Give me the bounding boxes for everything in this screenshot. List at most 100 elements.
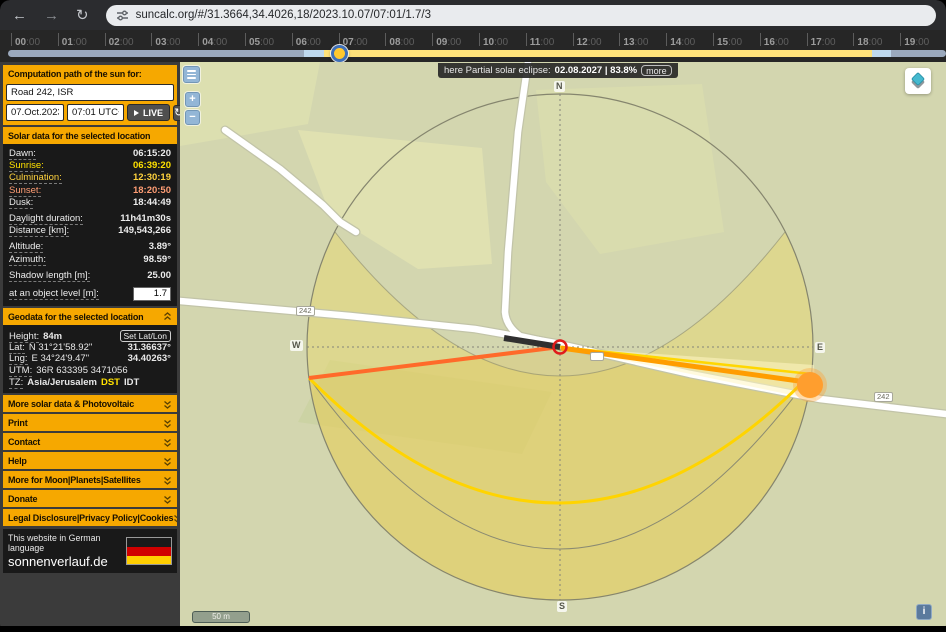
solar-data-panel: Dawn: 06:15:20 Sunrise: 06:39:20 Culmina… xyxy=(3,144,177,306)
hour-label: 03:00 xyxy=(151,32,180,48)
object-level-input[interactable] xyxy=(133,286,171,301)
address-input[interactable] xyxy=(6,84,174,101)
sidebar-menu-item[interactable]: Donate xyxy=(3,490,177,508)
solar-row-value: 06:15:20 xyxy=(132,148,171,159)
solar-rows: Dawn: 06:15:20 Sunrise: 06:39:20 Culmina… xyxy=(9,148,171,282)
sidebar-menu-item[interactable]: More solar data & Photovoltaic xyxy=(3,395,177,413)
live-button[interactable]: LIVE xyxy=(127,104,171,121)
hour-tick xyxy=(432,33,434,46)
sidebar-menu-item-label: Donate xyxy=(8,494,38,505)
hour-label: 04:00 xyxy=(198,32,227,48)
site-settings-tune-icon[interactable] xyxy=(116,9,129,22)
compass-n-label: N xyxy=(554,81,565,92)
geodata-header[interactable]: Geodata for the selected location xyxy=(3,307,177,325)
solar-row-label: Azimuth: xyxy=(9,253,46,266)
hour-tick xyxy=(806,33,808,46)
tz-value: Asia/Jerusalem xyxy=(27,377,97,389)
solar-row-label: Shadow length [m]: xyxy=(9,269,91,282)
hour-tick xyxy=(525,33,527,46)
height-value: 84m xyxy=(43,330,63,342)
sun-marker[interactable] xyxy=(797,372,823,398)
zoom-out-button[interactable]: − xyxy=(185,110,200,125)
sidebar-menu-item-label: More for Moon|Planets|Satellites xyxy=(8,475,141,486)
sidebar-menu-item[interactable]: Legal Disclosure|Privacy Policy|Cookies xyxy=(3,509,177,527)
hour-tick xyxy=(385,33,387,46)
eclipse-text: here Partial solar eclipse: xyxy=(444,65,551,76)
double-chevron-down-icon xyxy=(164,419,171,428)
hour-label: 08:00 xyxy=(385,32,414,48)
double-chevron-down-icon xyxy=(174,514,177,523)
tz-label: TZ: xyxy=(9,377,24,390)
hour-tick xyxy=(151,33,153,46)
lng-dms-value: E 34°24'9.47" xyxy=(31,353,90,365)
date-input[interactable] xyxy=(6,104,64,121)
solar-row: Dawn: 06:15:20 xyxy=(9,148,171,160)
time-slider-handle[interactable] xyxy=(331,45,348,62)
back-icon[interactable]: ← xyxy=(12,8,27,23)
lng-label: Lng: xyxy=(9,353,28,366)
hour-label: 09:00 xyxy=(432,32,461,48)
computation-block: Computation path of the sun for: LIVE ↻ xyxy=(3,65,185,125)
object-level-row: at an object level [m]: xyxy=(9,286,171,302)
german-flag-icon xyxy=(126,537,172,566)
layers-button[interactable] xyxy=(905,68,931,94)
geodata-panel: Height: 84m Set Lat/Lon Lat: N 31°21'58.… xyxy=(3,324,177,393)
hour-label: 19:00 xyxy=(900,32,929,48)
sidebar-menu-item[interactable]: More for Moon|Planets|Satellites xyxy=(3,471,177,489)
time-slider-bar[interactable]: 00:00 01:00 02:00 03:00 04:00 05:00 06:0… xyxy=(0,30,946,62)
solar-row: Culmination: 12:30:19 xyxy=(9,172,171,185)
forward-icon[interactable]: → xyxy=(44,8,59,23)
hour-label: 17:00 xyxy=(806,32,836,48)
utm-value: 36R 633395 3471056 xyxy=(36,365,128,377)
zoom-in-button[interactable]: + xyxy=(185,92,200,107)
hour-label: 11:00 xyxy=(525,32,554,48)
hour-label: 13:00 xyxy=(619,32,648,48)
sidebar-menu-item[interactable]: Help xyxy=(3,452,177,470)
hour-label: 00:00 xyxy=(11,32,40,48)
sidebar-menu-item[interactable]: Contact xyxy=(3,433,177,451)
url-bar[interactable]: suncalc.org/#/31.3664,34.4026,18/2023.10… xyxy=(105,4,936,26)
sidebar-menu-item-label: Contact xyxy=(8,437,41,448)
sidebar-menu-item[interactable]: Print xyxy=(3,414,177,432)
hour-label: 16:00 xyxy=(759,32,789,48)
map-canvas[interactable]: N E S W 242 242 here Partial solar eclip… xyxy=(180,62,946,626)
eclipse-more-button[interactable]: more xyxy=(641,65,672,76)
double-chevron-down-icon xyxy=(164,495,171,504)
hour-tick xyxy=(479,33,480,46)
hour-label: 15:00 xyxy=(713,32,742,48)
solar-row-label: Daylight duration: xyxy=(9,212,83,225)
compass-w-label: W xyxy=(290,340,303,351)
lat-dms-value: N 31°21'58.92" xyxy=(28,341,93,353)
sidebar-menu-item-label: Legal Disclosure|Privacy Policy|Cookies xyxy=(8,513,174,524)
geodata-header-label: Geodata for the selected location xyxy=(8,311,144,322)
tz-code: IDT xyxy=(123,377,140,389)
solar-row: Azimuth: 98.59° xyxy=(9,254,171,266)
hour-tick xyxy=(900,33,902,46)
solar-row-value: 06:39:20 xyxy=(132,160,171,172)
computation-header-label: Computation path of the sun for: xyxy=(8,69,142,79)
solar-data-header: Solar data for the selected location xyxy=(3,127,177,144)
german-language-box[interactable]: This website in German language sonnenve… xyxy=(3,529,177,574)
german-note: This website in German language xyxy=(8,533,101,554)
solar-row-value: 18:44:49 xyxy=(132,196,171,208)
german-site-link[interactable]: sonnenverlauf.de xyxy=(8,554,120,569)
hour-label: 01:00 xyxy=(57,32,87,48)
hour-tick xyxy=(245,33,246,46)
lat-label: Lat: xyxy=(9,341,25,354)
hour-label: 10:00 xyxy=(479,32,508,48)
time-input[interactable] xyxy=(67,104,124,121)
daylight-track[interactable] xyxy=(8,50,946,57)
double-chevron-down-icon xyxy=(164,438,171,447)
set-latlon-button[interactable]: Set Lat/Lon xyxy=(119,329,171,342)
solar-row-label: Sunset: xyxy=(9,184,42,197)
solar-data-header-label: Solar data for the selected location xyxy=(8,131,151,141)
reload-icon[interactable]: ↻ xyxy=(76,8,89,23)
play-icon xyxy=(134,109,139,116)
utm-label: UTM: xyxy=(9,365,33,378)
info-button[interactable]: i xyxy=(916,604,932,620)
road-badge-blank xyxy=(590,352,604,361)
hour-tick xyxy=(11,33,12,46)
solar-row-label: Sunrise: xyxy=(9,160,44,173)
map-menu-button[interactable] xyxy=(183,66,200,83)
hour-label: 14:00 xyxy=(666,32,695,48)
